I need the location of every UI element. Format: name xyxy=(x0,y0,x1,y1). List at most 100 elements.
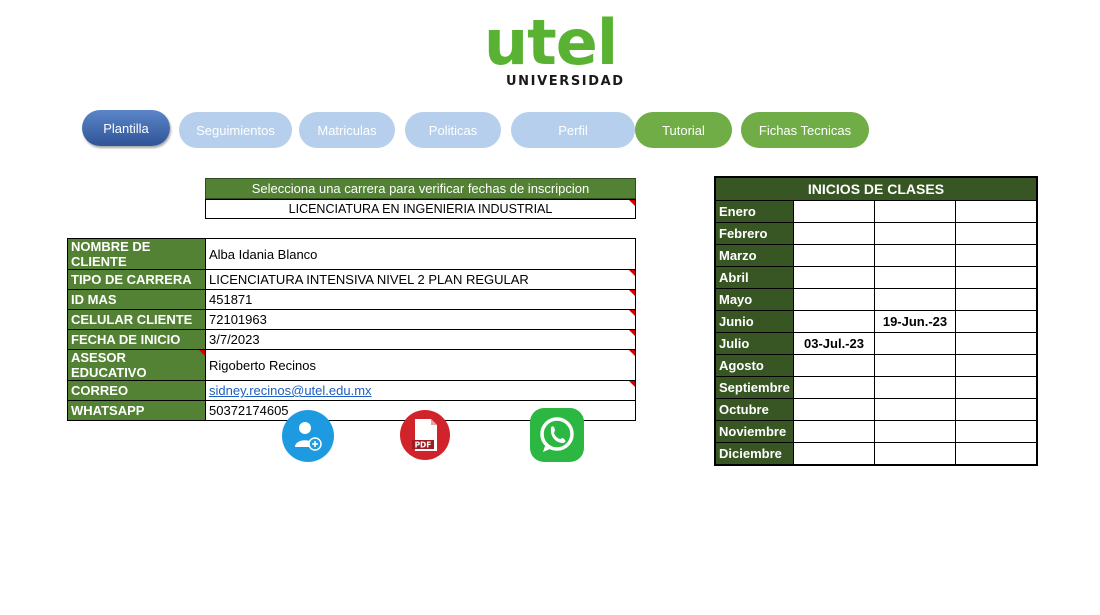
calendar-month-label: Octubre xyxy=(714,398,794,421)
calendar-date-cell[interactable] xyxy=(874,244,956,267)
calendar-date-cell[interactable] xyxy=(874,266,956,289)
calendar-row: Agosto xyxy=(714,354,1038,377)
nav-tutorial-button[interactable]: Tutorial xyxy=(635,112,732,148)
client-value-celular[interactable]: 72101963 xyxy=(205,309,636,330)
client-row-celular: CELULAR CLIENTE 72101963 xyxy=(67,309,636,330)
calendar-date-cell[interactable] xyxy=(793,222,875,245)
calendar-date-cell[interactable] xyxy=(955,376,1038,399)
career-selector-dropdown[interactable]: LICENCIATURA EN INGENIERIA INDUSTRIAL xyxy=(205,199,636,219)
calendar-date-cell[interactable] xyxy=(955,222,1038,245)
calendar-date-cell[interactable] xyxy=(955,354,1038,377)
calendar-month-label: Marzo xyxy=(714,244,794,267)
calendar-date-cell[interactable] xyxy=(955,244,1038,267)
calendar-date-cell[interactable] xyxy=(874,288,956,311)
client-value-fecha-inicio[interactable]: 3/7/2023 xyxy=(205,329,636,350)
pdf-icon-label: PDF xyxy=(415,441,432,450)
nav-seguimientos-button[interactable]: Seguimientos xyxy=(179,112,292,148)
calendar-date-cell[interactable] xyxy=(874,398,956,421)
add-user-icon[interactable] xyxy=(281,409,335,463)
client-value-nombre[interactable]: Alba Idania Blanco xyxy=(205,238,636,270)
calendar-body: Enero Febrero Marzo Abril Mayo Junio 19-Jun.-2… xyxy=(714,200,1038,466)
tipo-carrera-text: LICENCIATURA INTENSIVA NIVEL 2 PLAN REGU… xyxy=(209,272,529,287)
calendar-date-cell[interactable] xyxy=(793,244,875,267)
calendar-date-cell[interactable] xyxy=(793,398,875,421)
calendar-row: Junio 19-Jun.-23 xyxy=(714,310,1038,333)
calendar-date-cell[interactable]: 03-Jul.-23 xyxy=(793,332,875,355)
calendar-date-cell[interactable] xyxy=(874,354,956,377)
calendar-date-cell[interactable] xyxy=(955,398,1038,421)
calendar-title: INICIOS DE CLASES xyxy=(714,176,1038,201)
calendar-row: Octubre xyxy=(714,398,1038,421)
asesor-label-text: ASESOR EDUCATIVO xyxy=(71,350,147,380)
id-mas-text: 451871 xyxy=(209,292,253,307)
pdf-icon[interactable]: PDF xyxy=(399,409,451,461)
calendar-header-row: INICIOS DE CLASES xyxy=(714,176,1038,201)
client-value-tipo-carrera[interactable]: LICENCIATURA INTENSIVA NIVEL 2 PLAN REGU… xyxy=(205,269,636,290)
utel-logo: utel UNIVERSIDAD xyxy=(478,12,648,90)
comment-marker xyxy=(629,200,635,206)
comment-marker xyxy=(629,350,635,356)
nav-plantilla-button[interactable]: Plantilla xyxy=(82,110,170,146)
fecha-inicio-text: 3/7/2023 xyxy=(209,332,260,347)
calendar-date-cell[interactable] xyxy=(793,288,875,311)
calendar-date-cell[interactable] xyxy=(874,200,956,223)
client-label-celular: CELULAR CLIENTE xyxy=(67,309,206,330)
calendar-row: Abril xyxy=(714,266,1038,289)
client-label-asesor: ASESOR EDUCATIVO xyxy=(67,349,206,381)
calendar-date-cell[interactable]: 19-Jun.-23 xyxy=(874,310,956,333)
calendar-date-cell[interactable] xyxy=(955,288,1038,311)
client-info-table: NOMBRE DE CLIENTE Alba Idania Blanco TIP… xyxy=(67,238,636,421)
calendar-month-label: Junio xyxy=(714,310,794,333)
calendar-month-label: Diciembre xyxy=(714,442,794,466)
career-selected-value: LICENCIATURA EN INGENIERIA INDUSTRIAL xyxy=(288,202,553,216)
whatsapp-icon[interactable] xyxy=(530,408,584,462)
calendar-date-cell[interactable] xyxy=(874,332,956,355)
calendar-date-cell[interactable] xyxy=(793,266,875,289)
comment-marker xyxy=(199,350,205,356)
calendar-date-cell[interactable] xyxy=(793,200,875,223)
calendar-row: Febrero xyxy=(714,222,1038,245)
client-label-id-mas: ID MAS xyxy=(67,289,206,310)
correo-link[interactable]: sidney.recinos@utel.edu.mx xyxy=(209,383,372,398)
calendar-row: Noviembre xyxy=(714,420,1038,443)
client-label-tipo-carrera: TIPO DE CARRERA xyxy=(67,269,206,290)
nav-politicas-button[interactable]: Politicas xyxy=(405,112,501,148)
client-row-correo: CORREO sidney.recinos@utel.edu.mx xyxy=(67,380,636,401)
calendar-date-cell[interactable] xyxy=(874,376,956,399)
client-row-tipo-carrera: TIPO DE CARRERA LICENCIATURA INTENSIVA N… xyxy=(67,269,636,290)
calendar-date-cell[interactable] xyxy=(793,442,875,466)
calendar-date-cell[interactable] xyxy=(955,332,1038,355)
calendar-date-cell[interactable] xyxy=(793,376,875,399)
logo-wordmark: utel xyxy=(484,6,618,79)
client-value-id-mas[interactable]: 451871 xyxy=(205,289,636,310)
client-label-fecha-inicio: FECHA DE INICIO xyxy=(67,329,206,350)
calendar-date-cell[interactable] xyxy=(793,310,875,333)
client-value-correo: sidney.recinos@utel.edu.mx xyxy=(205,380,636,401)
calendar-date-cell[interactable] xyxy=(793,420,875,443)
nav-matriculas-button[interactable]: Matriculas xyxy=(299,112,395,148)
client-label-whatsapp: WHATSAPP xyxy=(67,400,206,421)
calendar-date-cell[interactable] xyxy=(874,222,956,245)
client-label-nombre: NOMBRE DE CLIENTE xyxy=(67,238,206,270)
client-value-asesor[interactable]: Rigoberto Recinos xyxy=(205,349,636,381)
calendar-date-cell[interactable] xyxy=(955,420,1038,443)
calendar-date-cell[interactable] xyxy=(793,354,875,377)
calendar-month-label: Enero xyxy=(714,200,794,223)
asesor-text: Rigoberto Recinos xyxy=(209,357,316,373)
calendar-date-cell[interactable] xyxy=(874,442,956,466)
calendar-date-cell[interactable] xyxy=(955,442,1038,466)
nav-perfil-button[interactable]: Perfil xyxy=(511,112,635,148)
calendar-month-label: Agosto xyxy=(714,354,794,377)
client-row-asesor: ASESOR EDUCATIVO Rigoberto Recinos xyxy=(67,349,636,381)
calendar-row: Julio 03-Jul.-23 xyxy=(714,332,1038,355)
calendar-date-cell[interactable] xyxy=(955,200,1038,223)
comment-marker xyxy=(629,330,635,336)
comment-marker xyxy=(629,381,635,387)
calendar-date-cell[interactable] xyxy=(955,310,1038,333)
calendar-date-cell[interactable] xyxy=(874,420,956,443)
calendar-month-label: Febrero xyxy=(714,222,794,245)
logo-subtitle: UNIVERSIDAD xyxy=(506,74,625,89)
calendar-date-cell[interactable] xyxy=(955,266,1038,289)
nav-fichas-tecnicas-button[interactable]: Fichas Tecnicas xyxy=(741,112,869,148)
calendar-row: Diciembre xyxy=(714,442,1038,466)
